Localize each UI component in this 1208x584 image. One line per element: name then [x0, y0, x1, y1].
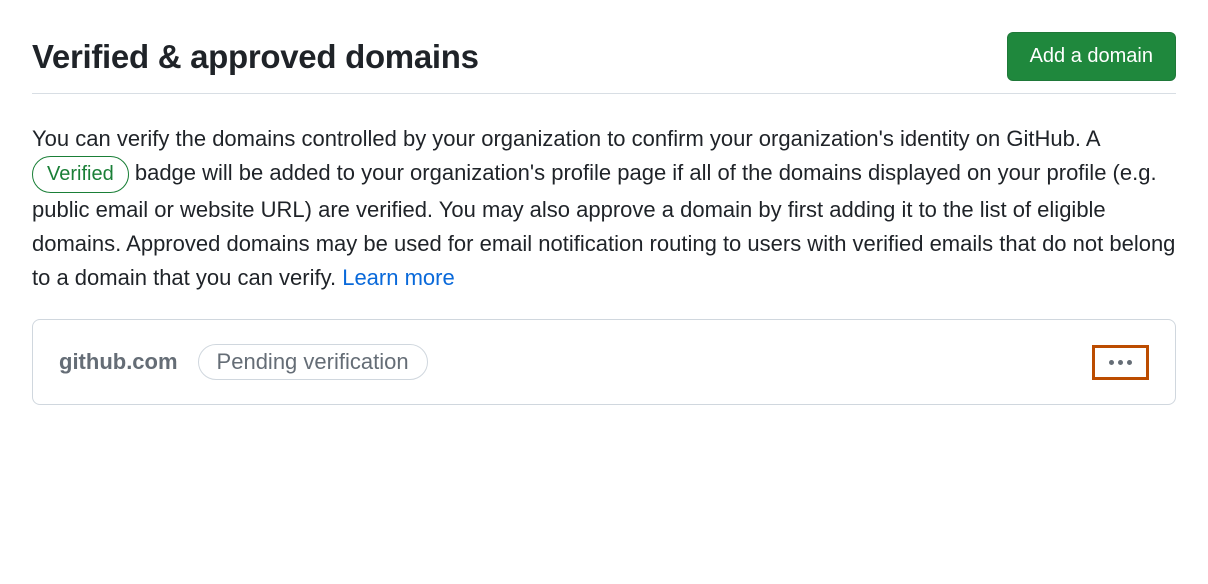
add-domain-button[interactable]: Add a domain: [1007, 32, 1176, 81]
kebab-icon: [1127, 360, 1132, 365]
verified-badge: Verified: [32, 156, 129, 193]
kebab-icon: [1109, 360, 1114, 365]
domain-name: github.com: [59, 349, 178, 375]
kebab-highlight: [1092, 345, 1149, 380]
domain-actions-button[interactable]: [1103, 354, 1138, 371]
description-text: You can verify the domains controlled by…: [32, 122, 1176, 295]
learn-more-link[interactable]: Learn more: [342, 265, 455, 290]
kebab-icon: [1118, 360, 1123, 365]
description-part-1: You can verify the domains controlled by…: [32, 126, 1099, 151]
description-part-2: badge will be added to your organization…: [32, 160, 1175, 290]
page-title: Verified & approved domains: [32, 38, 479, 76]
status-badge: Pending verification: [198, 344, 428, 380]
header-row: Verified & approved domains Add a domain: [32, 32, 1176, 94]
domain-list-item: github.com Pending verification: [32, 319, 1176, 405]
